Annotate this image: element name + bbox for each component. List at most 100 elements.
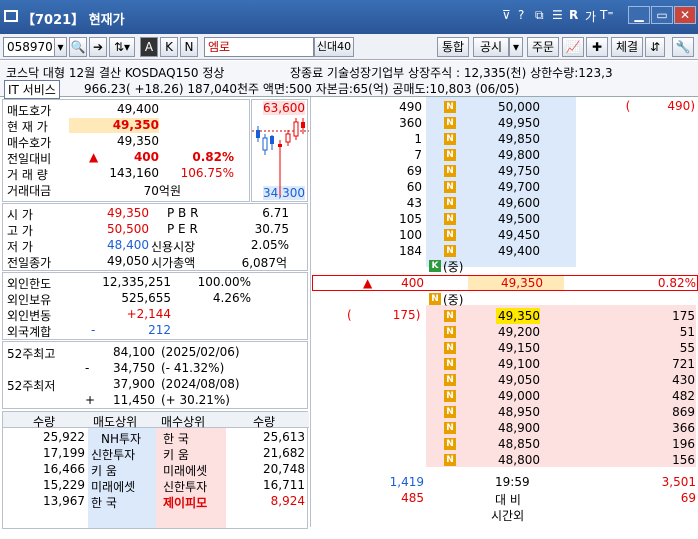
dock-icon[interactable]: ⊽ — [502, 8, 511, 22]
stock-name-field[interactable]: 엠로 — [204, 37, 314, 57]
settings-icon[interactable]: ⇵ — [645, 37, 665, 57]
execution-button[interactable]: 체결 — [611, 37, 643, 57]
chevron-down-icon[interactable]: ▾ — [54, 37, 67, 57]
bid-price[interactable]: 49,100 — [498, 356, 540, 372]
ask-price[interactable]: 49,400 — [498, 243, 540, 259]
bid-qty: 869 — [672, 405, 695, 419]
copy-icon[interactable]: ⧉ — [535, 8, 544, 23]
bid-price[interactable]: 49,350 — [496, 308, 540, 324]
n-icon: N — [444, 310, 456, 322]
bid-price[interactable]: 48,900 — [498, 420, 540, 436]
ask-price[interactable]: 50,000 — [498, 99, 540, 115]
current-price-row[interactable]: ▲ 400 49,350 0.82% — [312, 275, 698, 291]
foreign-change-label: 외인변동 — [7, 309, 52, 323]
mid-status-label: (중) — [443, 293, 464, 307]
prev-close-label: 전일종가 — [7, 256, 52, 270]
week52-high-pct: (- 41.32%) — [161, 361, 225, 375]
bid-price[interactable]: 49,200 — [498, 324, 540, 340]
week52-low-label: 52주최저 — [7, 379, 56, 393]
ask-price[interactable]: 49,800 — [498, 147, 540, 163]
info-market: 코스닥 대형 12월 결산 KOSDAQ150 정상 — [6, 66, 225, 80]
n-icon: N — [444, 213, 456, 225]
chart-icon[interactable]: 📈 — [562, 37, 584, 57]
help-icon[interactable]: ? — [518, 8, 524, 22]
sector-badge[interactable]: IT 서비스 — [4, 80, 60, 99]
sell-top-header[interactable]: 매도상위 — [93, 413, 137, 430]
bid-price[interactable]: 48,950 — [498, 404, 540, 420]
chevron-down-icon[interactable]: ▾ — [509, 37, 523, 57]
prev-close-value: 49,050 — [107, 254, 149, 268]
ask-qty: 490 — [399, 100, 422, 114]
k-button[interactable]: K — [160, 37, 178, 57]
window-icon[interactable] — [4, 10, 18, 22]
ask-qty: 1 — [414, 132, 422, 146]
n-icon: N — [444, 406, 456, 418]
bid-price[interactable]: 49,150 — [498, 340, 540, 356]
order-book: (490) 490 N 50,000 360 N 49,950 1 N 49,850 7 N 49,8… — [310, 97, 698, 527]
font-size-icon[interactable]: 가 — [585, 8, 596, 25]
week52-low-sign: + — [85, 393, 96, 407]
foreign-sum-value: 212 — [148, 323, 171, 337]
wrench-icon[interactable]: 🔧 — [672, 37, 694, 57]
open-value: 49,350 — [107, 206, 149, 220]
change-value: 400 — [133, 150, 159, 164]
sort-icon[interactable]: ⇅▾ — [109, 37, 135, 57]
arrow-icon[interactable]: ➔ — [89, 37, 107, 57]
low-label: 저 가 — [7, 240, 33, 254]
market-cap-value: 6,087억 — [241, 256, 287, 270]
week52-panel: 52주최고 84,100 (2025/02/06) - 34,750 (- 41.32%… — [2, 341, 308, 409]
option-icon[interactable]: T⁼ — [600, 8, 614, 22]
refresh-r-icon[interactable]: R — [569, 8, 578, 22]
stock-code-input[interactable]: 058970 — [3, 37, 55, 57]
minimize-icon[interactable]: ▁ — [628, 6, 650, 24]
bid-price[interactable]: 49,050 — [498, 372, 540, 388]
disclosure-button[interactable]: 공시 — [473, 37, 509, 57]
broker-row: 15,229 미래에셋 신한투자 16,711 — [43, 478, 305, 494]
close-icon[interactable]: ✕ — [674, 6, 696, 24]
ask-price[interactable]: 49,450 — [498, 227, 540, 243]
n-icon: N — [444, 374, 456, 386]
n-icon: N — [444, 438, 456, 450]
n-button[interactable]: N — [180, 37, 198, 57]
bid-price[interactable]: 49,000 — [498, 388, 540, 404]
layout-icon[interactable]: ☰ — [552, 8, 563, 22]
ask-price[interactable]: 49,600 — [498, 195, 540, 211]
n-icon: N — [444, 101, 456, 113]
mid-status-label: (중) — [443, 260, 464, 274]
bid-qty: 721 — [672, 357, 695, 371]
search-icon[interactable]: 🔍 — [69, 37, 87, 57]
n-icon: N — [444, 197, 456, 209]
diff-bid: 69 — [680, 491, 696, 505]
volume-value: 143,160 — [109, 166, 159, 180]
ask-qty: 105 — [399, 212, 422, 226]
bid-price[interactable]: 48,850 — [498, 436, 540, 452]
a-button[interactable]: A — [140, 37, 158, 57]
ask-price[interactable]: 49,950 — [498, 115, 540, 131]
week52-high-diff: 34,750 — [113, 361, 155, 375]
volume-percent: 106.75% — [180, 166, 234, 180]
mini-chart[interactable]: 63,600 34,300 — [251, 99, 309, 202]
foreign-change-value: +2,144 — [126, 307, 171, 321]
week52-high-sign: - — [85, 361, 90, 375]
bid-qty: 366 — [672, 421, 695, 435]
add-icon[interactable]: ✚ — [586, 37, 608, 57]
restore-icon[interactable]: ▭ — [651, 6, 673, 24]
bid-price[interactable]: 48,800 — [498, 452, 540, 468]
k-icon: K — [429, 260, 441, 272]
info-status: 장종료 기술성장기업부 상장주식 : 12,335(천) 상한수량:123,3 — [290, 66, 613, 80]
ask-price[interactable]: 49,750 — [498, 163, 540, 179]
foreign-limit-value: 12,335,251 — [102, 275, 171, 289]
ask-price[interactable]: 49,500 — [498, 211, 540, 227]
buy-top-header[interactable]: 매수상위 — [161, 413, 205, 430]
week52-low-value: 37,900 — [113, 377, 155, 391]
tonghap-button[interactable]: 통합 — [437, 37, 469, 57]
after-hours-label[interactable]: 시간외 — [491, 507, 524, 524]
n-icon: N — [444, 390, 456, 402]
order-button[interactable]: 주문 — [527, 37, 559, 57]
n-icon: N — [444, 133, 456, 145]
ask-price[interactable]: 49,850 — [498, 131, 540, 147]
ask-price[interactable]: 49,700 — [498, 179, 540, 195]
open-label: 시 가 — [7, 208, 33, 222]
foreign-hold-pct: 4.26% — [212, 291, 251, 305]
credit-badge: 신대40 — [314, 37, 354, 57]
